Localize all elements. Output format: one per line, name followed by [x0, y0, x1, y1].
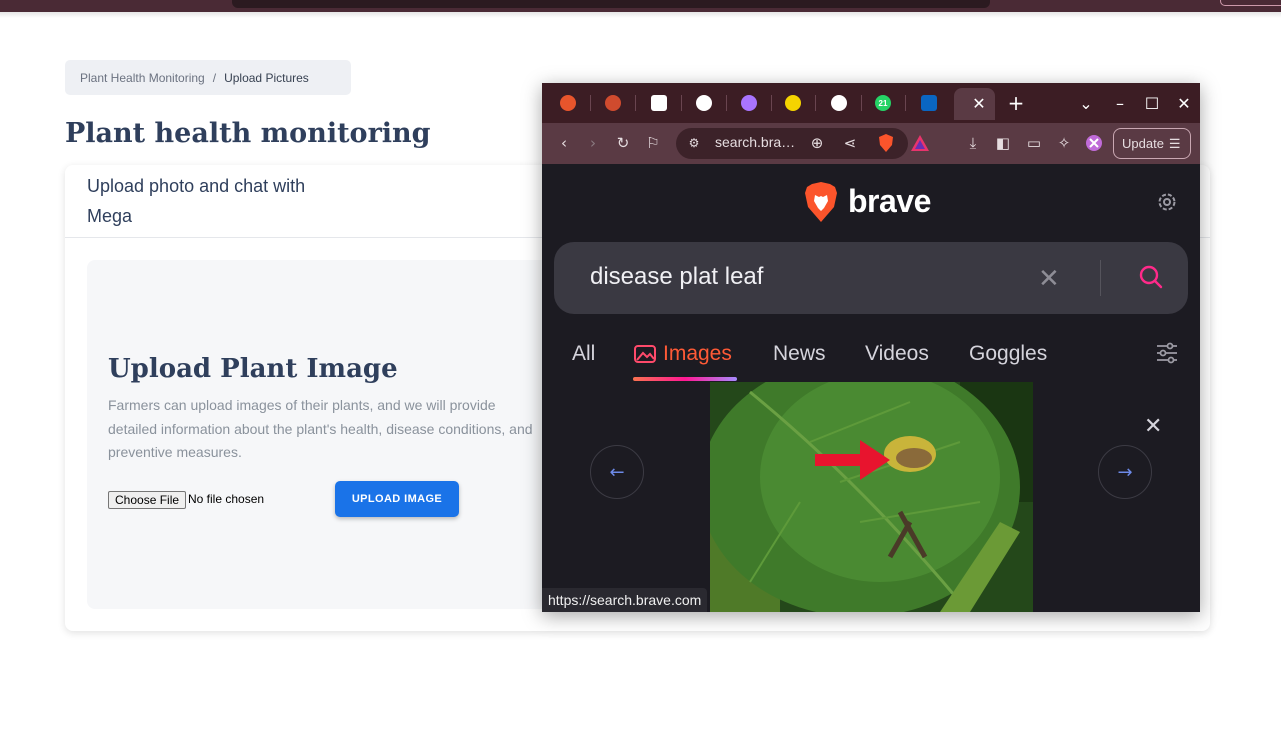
next-image-button[interactable]: →: [1098, 445, 1152, 499]
brave-window: 21 ✕ + ⌄ – ☐ ✕ ‹ › ↻ ⚐ ⚙ search.bra… ⊕ ⋖…: [542, 83, 1200, 612]
breadcrumb: Plant Health Monitoring / Upload Picture…: [65, 60, 351, 95]
minimize-icon[interactable]: –: [1108, 91, 1132, 115]
update-button[interactable]: Update ☰: [1113, 128, 1191, 159]
upload-image-button[interactable]: UPLOAD IMAGE: [335, 481, 459, 517]
choose-file-button[interactable]: Choose File: [108, 491, 187, 509]
breadcrumb-parent[interactable]: Plant Health Monitoring: [80, 71, 205, 85]
url-text[interactable]: search.bra…: [715, 134, 795, 150]
tab-bar: 21 ✕ + ⌄ – ☐ ✕: [542, 83, 1200, 123]
brave-shield-icon: [560, 95, 576, 111]
search-divider: [1100, 260, 1101, 296]
tab-goggles[interactable]: Goggles: [969, 342, 1047, 366]
tab-document-icon[interactable]: [648, 92, 670, 114]
document-icon: [651, 95, 667, 111]
upload-title: Upload Plant Image: [108, 354, 398, 384]
tab-separator: [726, 95, 727, 111]
tab-github-icon[interactable]: [828, 92, 850, 114]
reload-icon[interactable]: ↻: [612, 132, 634, 154]
tab-linkedin-icon[interactable]: [918, 92, 940, 114]
brave-shields-icon[interactable]: [875, 132, 897, 154]
sidebar-icon[interactable]: ◧: [992, 132, 1014, 154]
breadcrumb-current: Upload Pictures: [224, 70, 309, 85]
extension-icon[interactable]: [1083, 132, 1105, 154]
zoom-icon[interactable]: ⊕: [806, 132, 828, 154]
tab-separator: [590, 95, 591, 111]
leaf-photo: [710, 382, 1033, 612]
search-box[interactable]: disease plat leaf ✕: [554, 242, 1188, 314]
tab-videos[interactable]: Videos: [865, 342, 929, 366]
whatsapp-icon: 21: [875, 95, 891, 111]
share-icon[interactable]: ⋖: [839, 132, 861, 154]
close-window-icon[interactable]: ✕: [1172, 91, 1196, 115]
linkedin-icon: [921, 95, 937, 111]
tab-whatsapp-icon[interactable]: 21: [872, 92, 894, 114]
download-icon[interactable]: ⤓: [962, 132, 984, 154]
status-bar-url: https://search.brave.com: [542, 588, 708, 612]
file-status: No file chosen: [188, 492, 265, 506]
hamburger-menu-icon: ☰: [1168, 135, 1181, 151]
card-header: Upload photo and chat with Mega: [87, 176, 306, 226]
filters-icon[interactable]: [1156, 342, 1178, 369]
tab-separator: [635, 95, 636, 111]
brave-lion-icon: [804, 181, 838, 228]
new-tab-icon[interactable]: +: [1004, 91, 1028, 115]
tab-record-icon[interactable]: [602, 92, 624, 114]
upload-panel: Upload Plant Image Farmers can upload im…: [87, 260, 557, 609]
image-icon: [634, 345, 656, 363]
tab-news[interactable]: News: [773, 342, 826, 366]
brave-logo-text: brave: [848, 183, 931, 219]
forward-icon[interactable]: ›: [582, 132, 604, 154]
search-input[interactable]: disease plat leaf: [590, 263, 763, 291]
host-browser-strip: [0, 0, 1281, 12]
leaf-disease-image[interactable]: [710, 382, 1033, 612]
host-url-bar[interactable]: [232, 0, 990, 8]
tab-separator: [905, 95, 906, 111]
chevron-down-icon[interactable]: ⌄: [1074, 91, 1098, 115]
record-icon: [605, 95, 621, 111]
brave-rewards-icon[interactable]: [909, 132, 931, 154]
breadcrumb-separator: /: [212, 70, 217, 85]
update-label: Update: [1122, 136, 1164, 151]
tab-separator: [771, 95, 772, 111]
upload-description: Farmers can upload images of their plant…: [108, 397, 533, 460]
search-icon[interactable]: [1138, 264, 1164, 295]
tab-separator: [815, 95, 816, 111]
page-title: Plant health monitoring: [65, 118, 431, 149]
maximize-icon[interactable]: ☐: [1140, 91, 1164, 115]
clear-search-icon[interactable]: ✕: [1038, 264, 1060, 294]
previous-image-button[interactable]: ←: [590, 445, 644, 499]
tab-images-label: Images: [663, 342, 732, 365]
tab-separator: [861, 95, 862, 111]
host-button[interactable]: [1220, 0, 1281, 6]
tab-r-logo-icon[interactable]: [782, 92, 804, 114]
tab-all[interactable]: All: [572, 342, 595, 366]
site-settings-icon[interactable]: ⚙: [683, 132, 705, 154]
tab-brave-shield-icon[interactable]: [557, 92, 579, 114]
close-preview-icon[interactable]: ✕: [1144, 414, 1162, 439]
gear-icon[interactable]: [1156, 191, 1178, 218]
tab-chatgpt-icon[interactable]: [693, 92, 715, 114]
close-tab-icon[interactable]: ✕: [967, 91, 991, 115]
bookmark-icon[interactable]: ⚐: [642, 132, 664, 154]
tab-vite-icon[interactable]: [738, 92, 760, 114]
active-tab-underline: [633, 377, 737, 381]
r-logo-icon: [785, 95, 801, 111]
chatgpt-icon: [696, 95, 712, 111]
top-shadow: [0, 12, 1281, 18]
tab-images[interactable]: Images: [634, 342, 732, 366]
back-icon[interactable]: ‹: [553, 132, 575, 154]
tab-separator: [681, 95, 682, 111]
nav-bar: ‹ › ↻ ⚐ ⚙ search.bra… ⊕ ⋖ ⤓ ◧ ▭ ✧ Update…: [542, 123, 1200, 164]
leo-ai-icon[interactable]: ✧: [1053, 132, 1075, 154]
github-icon: [831, 95, 847, 111]
wallet-icon[interactable]: ▭: [1023, 132, 1045, 154]
vite-icon: [741, 95, 757, 111]
